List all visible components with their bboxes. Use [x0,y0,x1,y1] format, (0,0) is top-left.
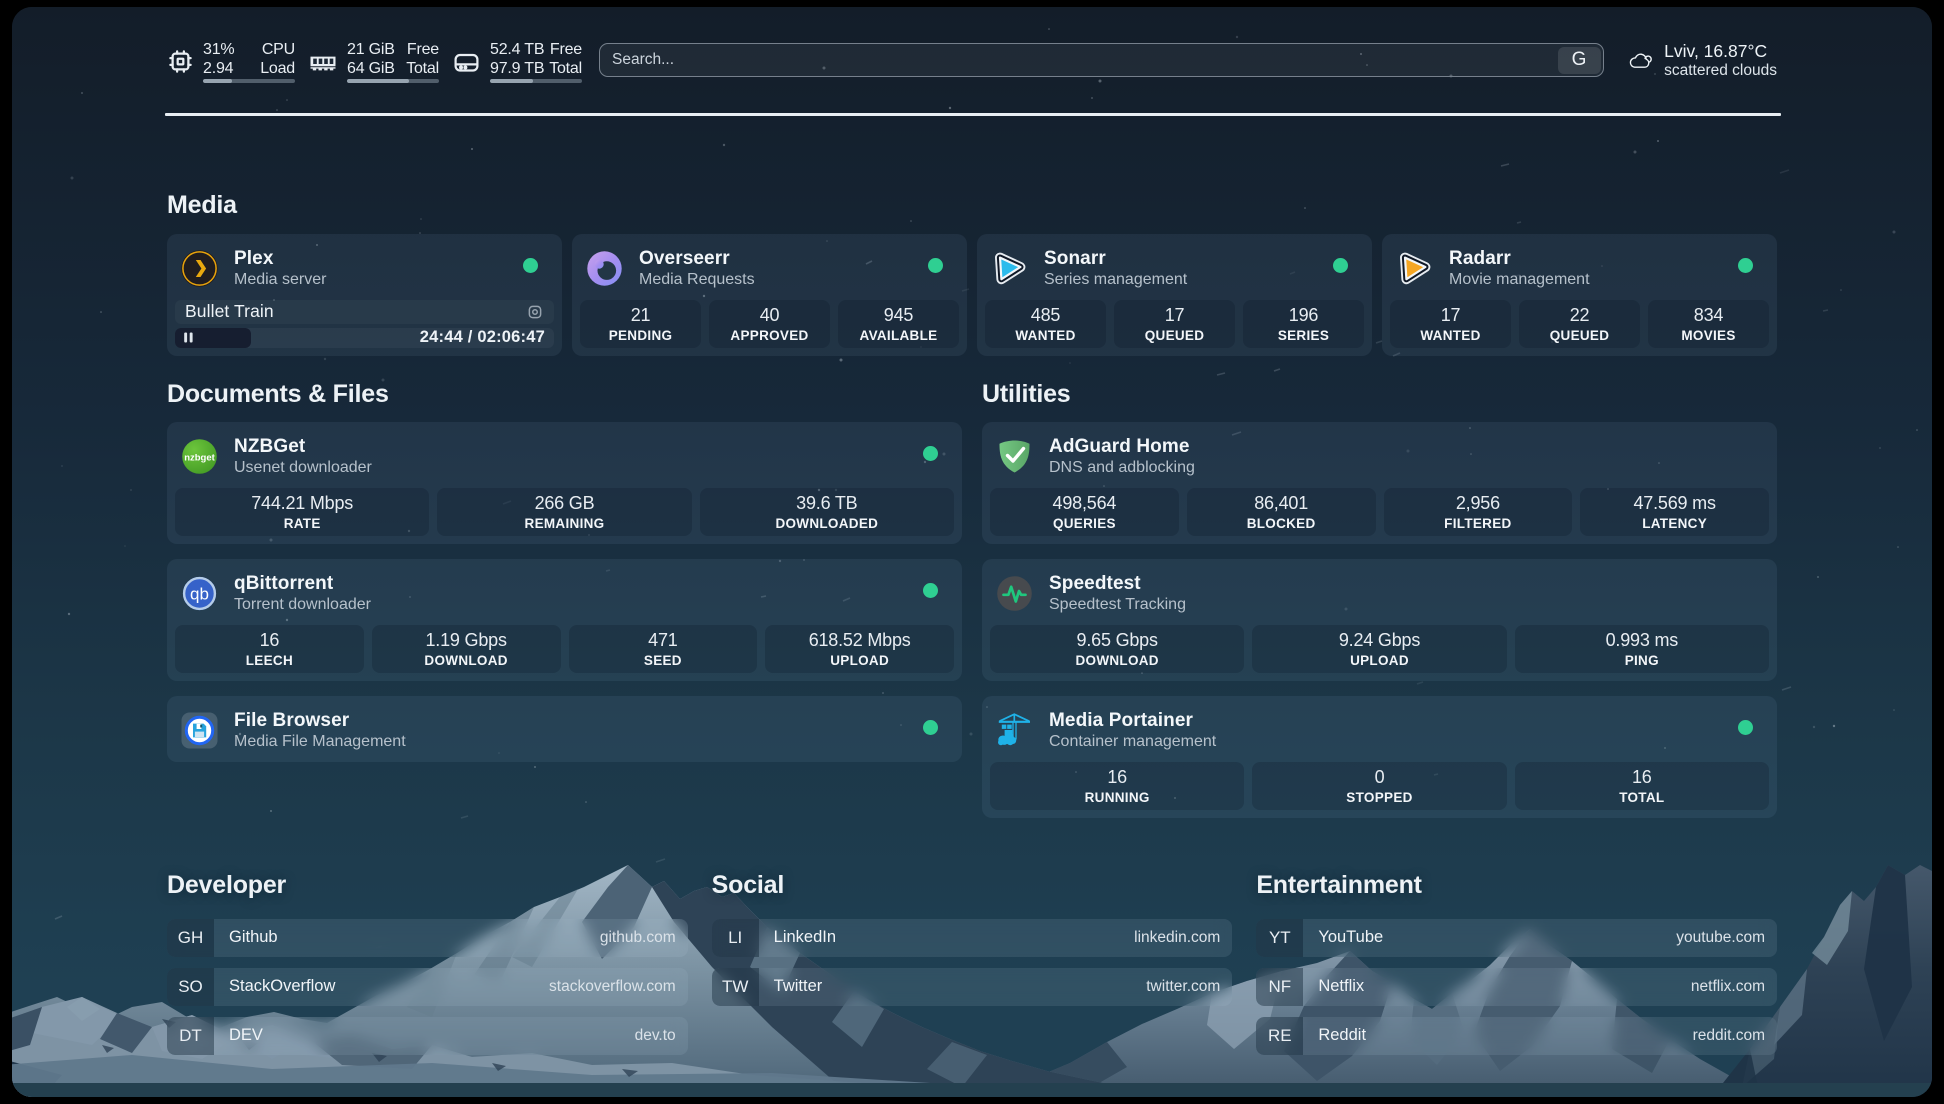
svg-text:nzbget: nzbget [184,452,215,463]
svg-text:qb: qb [190,584,209,603]
